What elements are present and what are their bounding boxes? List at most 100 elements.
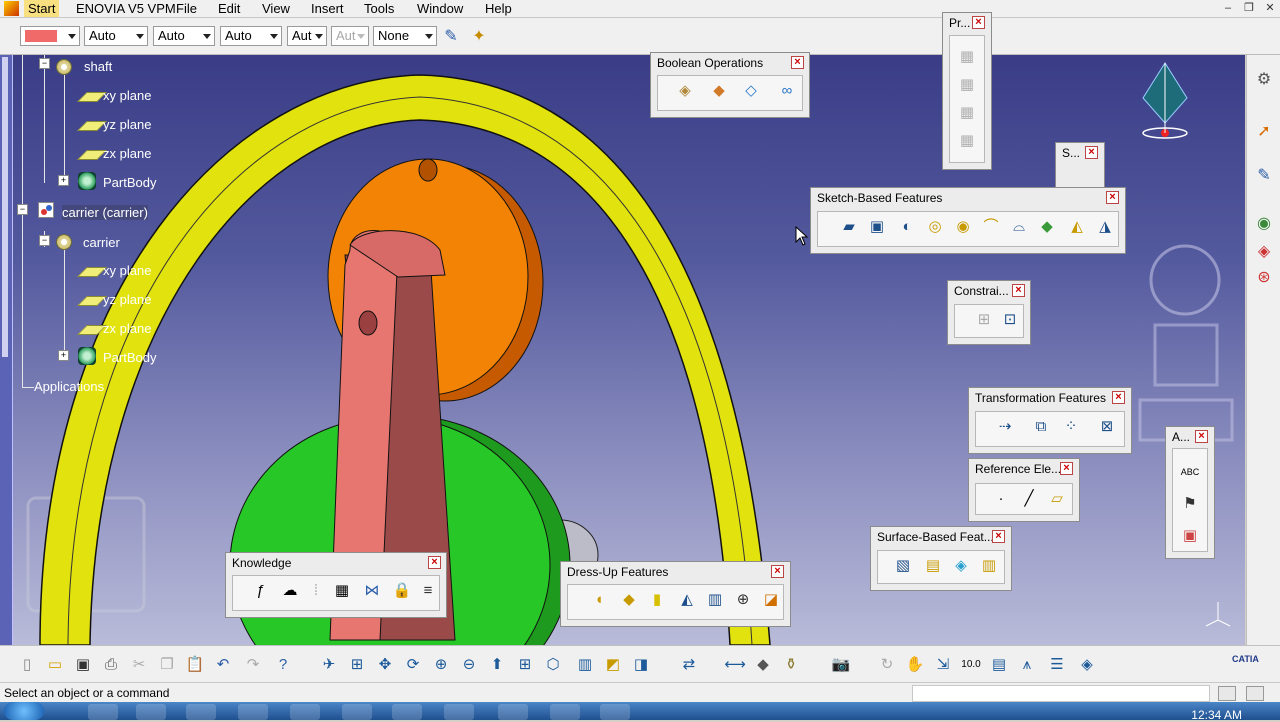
zoom-out-icon[interactable]: ⊖ (458, 654, 480, 676)
save-icon[interactable]: ▣ (72, 654, 94, 676)
redo-icon[interactable]: ↷ (242, 654, 264, 676)
split-icon[interactable]: ▧ (892, 555, 914, 577)
transparency-combo[interactable]: Auto (84, 26, 148, 46)
thickness-icon[interactable]: ▥ (704, 589, 726, 611)
fit-all-icon[interactable]: ⊞ (346, 654, 368, 676)
part-design-icon[interactable]: ◉ (1253, 213, 1275, 235)
fill-color-combo[interactable] (20, 26, 80, 46)
undo-icon[interactable]: ↶ (212, 654, 234, 676)
add-icon[interactable]: ◆ (708, 80, 730, 102)
formula-icon[interactable]: ƒ (249, 580, 271, 602)
taskbar-app[interactable] (550, 704, 580, 720)
settings-icon[interactable]: ⚙ (1253, 69, 1275, 91)
pocket-icon[interactable]: ▣ (866, 216, 888, 238)
rules-icon[interactable]: ≡ (417, 580, 439, 602)
open-icon[interactable]: ▭ (44, 654, 66, 676)
paste-icon[interactable]: 📋 (184, 654, 206, 676)
fly-mode-icon[interactable]: ✈ (318, 654, 340, 676)
product-icon[interactable]: ◈ (1253, 241, 1275, 263)
text-abc-icon[interactable]: ABC (1179, 461, 1201, 483)
expand-icon[interactable]: + (58, 175, 69, 186)
menu-start[interactable]: Start (24, 0, 60, 17)
rotate-icon[interactable]: ⟳ (402, 654, 424, 676)
stiffener-icon[interactable]: ◆ (1036, 216, 1058, 238)
layer-combo[interactable]: None (373, 26, 437, 46)
lock-icon[interactable]: 🔒 (391, 580, 413, 602)
fasten-icon[interactable]: ⊛ (1253, 267, 1275, 289)
line-icon[interactable]: ╱ (1018, 488, 1040, 510)
cut-icon[interactable]: ✂ (128, 654, 150, 676)
grid-icon[interactable]: 10.0 (960, 654, 982, 676)
collapse-icon[interactable]: − (17, 204, 28, 215)
union-trim-icon[interactable]: ∞ (776, 80, 798, 102)
close-icon[interactable]: × (972, 16, 985, 29)
taskbar-app[interactable] (342, 704, 372, 720)
menu-help[interactable]: Help (485, 0, 512, 17)
close-icon[interactable]: × (1106, 191, 1119, 204)
command-input[interactable] (912, 685, 1210, 702)
expand-icon[interactable]: + (58, 350, 69, 361)
removed-multi-section-icon[interactable]: ◮ (1094, 216, 1116, 238)
tree-node-zx-plane[interactable]: zx plane (103, 146, 151, 161)
shaft-icon[interactable]: ◐ (896, 216, 918, 238)
new-icon[interactable]: ▯ (16, 654, 38, 676)
sheet-icon[interactable]: ☰ (1046, 654, 1068, 676)
camera-icon[interactable]: 📷 (830, 654, 852, 676)
hole-icon[interactable]: ◉ (952, 216, 974, 238)
close-icon[interactable]: × (771, 565, 784, 578)
print-icon[interactable]: ⎙ (100, 654, 122, 676)
zoom-in-icon[interactable]: ⊕ (430, 654, 452, 676)
close-surface-icon[interactable]: ◈ (950, 555, 972, 577)
scaling-icon[interactable]: ⊠ (1096, 416, 1118, 438)
assemble-icon[interactable]: ◈ (674, 80, 696, 102)
mirror-icon[interactable]: ⧉ (1030, 416, 1052, 438)
menu-enovia[interactable]: ENOVIA V5 VPM (76, 0, 176, 17)
table-icon[interactable]: ▦ (331, 580, 353, 602)
iso-view-icon[interactable]: ⬡ (542, 654, 564, 676)
menu-window[interactable]: Window (417, 0, 463, 17)
minimize-button[interactable]: – (1220, 1, 1236, 15)
menu-tools[interactable]: Tools (364, 0, 394, 17)
menu-view[interactable]: View (262, 0, 290, 17)
taskbar-app[interactable] (392, 704, 422, 720)
draft-icon[interactable]: ▮ (646, 589, 668, 611)
thread-icon[interactable]: ⊕ (732, 589, 754, 611)
select-icon[interactable]: ➚ (1253, 121, 1275, 143)
slot-icon[interactable]: ⌓ (1008, 216, 1030, 238)
close-icon[interactable]: × (1112, 391, 1125, 404)
tree-node-partbody[interactable]: PartBody (103, 350, 156, 365)
close-icon[interactable]: × (1195, 430, 1208, 443)
taskbar-app[interactable] (238, 704, 268, 720)
tree-node-carrier[interactable]: carrier (83, 235, 120, 250)
chamfer-icon[interactable]: ◆ (618, 589, 640, 611)
linetype-combo[interactable]: Auto (153, 26, 215, 46)
translation-icon[interactable]: ⇢ (994, 416, 1016, 438)
fillet-icon[interactable]: ◖ (588, 589, 610, 611)
multi-section-solid-icon[interactable]: ◭ (1066, 216, 1088, 238)
collapse-icon[interactable]: − (39, 235, 50, 246)
apply-material-icon[interactable]: ◆ (752, 654, 774, 676)
shading-icon[interactable]: ▥ (574, 654, 596, 676)
taskbar-app[interactable] (136, 704, 166, 720)
menu-file[interactable]: File (176, 0, 197, 17)
close-icon[interactable]: × (1012, 284, 1025, 297)
multi-view-icon[interactable]: ⊞ (514, 654, 536, 676)
status-toggle-button[interactable] (1246, 686, 1264, 701)
tree-node-zx-plane[interactable]: zx plane (103, 321, 151, 336)
taskbar-app[interactable] (88, 704, 118, 720)
tree-node-partbody[interactable]: PartBody (103, 175, 156, 190)
tree-node-applications[interactable]: Applications (34, 379, 104, 394)
remove-face-icon[interactable]: ◪ (760, 589, 782, 611)
taskbar-app[interactable] (600, 704, 630, 720)
format-painter-icon[interactable]: ✎ (440, 26, 462, 48)
update-icon[interactable]: ↻ (876, 654, 898, 676)
shell-icon[interactable]: ◭ (676, 589, 698, 611)
plane-icon[interactable]: ▱ (1046, 488, 1068, 510)
pad-icon[interactable]: ▰ (838, 216, 860, 238)
hide-show-icon[interactable]: ◩ (602, 654, 624, 676)
thickness-combo[interactable]: Auto (220, 26, 282, 46)
thick-surface-icon[interactable]: ▤ (922, 555, 944, 577)
taskbar-app[interactable] (290, 704, 320, 720)
measure-icon[interactable]: ⇄ (678, 654, 700, 676)
close-icon[interactable]: × (1085, 146, 1098, 159)
